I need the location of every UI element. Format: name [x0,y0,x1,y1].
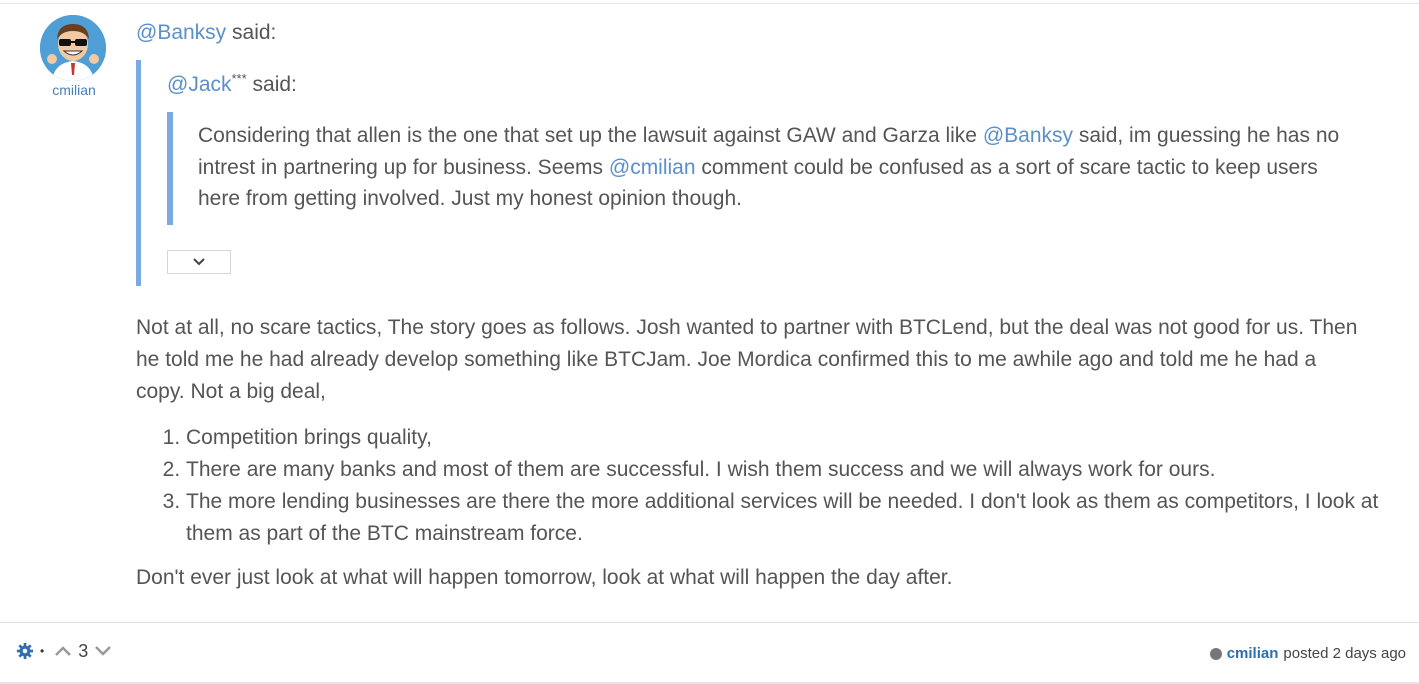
list-item: There are many banks and most of them ar… [186,454,1396,486]
outer-quote-attribution: @Banksy said: [136,18,1396,48]
closing-paragraph: Don't ever just look at what will happen… [136,565,953,589]
mention-link[interactable]: @Banksy [983,124,1073,147]
mention-link[interactable]: @Banksy [136,21,226,44]
avatar[interactable] [40,15,106,81]
top-divider [0,3,1419,4]
post-meta: cmilian posted 2 days ago [1209,645,1406,662]
chevron-up-icon[interactable] [54,644,72,658]
said-label: said: [246,73,297,96]
said-label: said: [226,21,277,44]
posted-time[interactable]: 2 days ago [1333,645,1406,662]
outer-blockquote: @Jack*** said: Considering that allen is… [136,60,1339,286]
posted-label: posted [1283,645,1329,662]
author-name[interactable]: cmilian [40,82,108,98]
expand-quote-button[interactable] [167,249,231,274]
mention-link[interactable]: @cmilian [609,156,696,179]
separator-dot: • [40,644,45,658]
gear-icon[interactable] [16,642,34,660]
chevron-down-icon[interactable] [94,644,112,658]
mention-link[interactable]: @Jack [167,73,232,96]
chevron-down-icon [193,257,205,265]
status-indicator [1209,647,1222,660]
mention-suffix: *** [231,71,247,86]
quote-text: Considering that allen is the one that s… [198,124,983,147]
reasons-list: Competition brings quality, There are ma… [136,422,1396,550]
inner-blockquote: Considering that allen is the one that s… [167,112,1348,225]
post-tools: • 3 [16,638,112,664]
list-item: Competition brings quality, [186,422,1396,454]
poster-link[interactable]: cmilian [1227,645,1279,662]
post-content: @Banksy said: @Jack*** said: Considering… [136,18,1396,594]
inner-quote-attribution: @Jack*** said: [167,70,1317,100]
reply-paragraph: Not at all, no scare tactics, The story … [136,315,1358,403]
footer-divider [0,622,1419,623]
list-item: The more lending businesses are there th… [186,486,1396,550]
vote-count: 3 [78,640,89,661]
